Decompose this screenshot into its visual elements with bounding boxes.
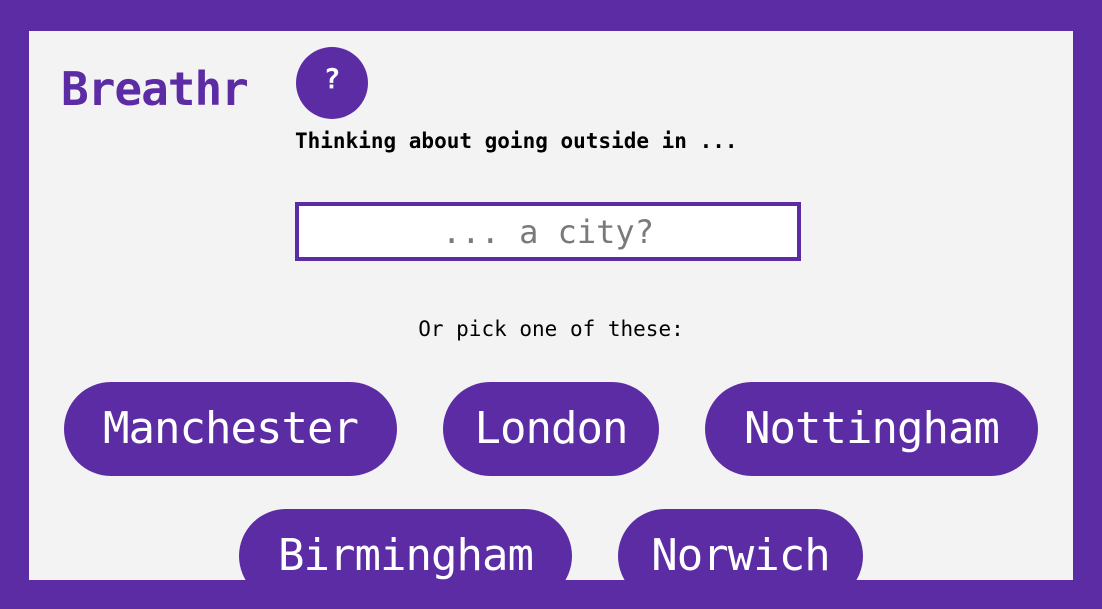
city-button-manchester[interactable]: Manchester — [64, 382, 397, 476]
help-button[interactable]: ? — [296, 47, 368, 119]
app-logo: Breathr — [61, 62, 249, 116]
main-panel: Breathr ? Thinking about going outside i… — [29, 31, 1073, 580]
city-button-norwich[interactable]: Norwich — [618, 509, 863, 580]
suggestions-label: Or pick one of these: — [418, 317, 684, 341]
city-button-nottingham[interactable]: Nottingham — [705, 382, 1038, 476]
search-prompt: Thinking about going outside in ... — [295, 129, 738, 153]
city-search-input[interactable] — [295, 202, 801, 261]
city-button-birmingham[interactable]: Birmingham — [239, 509, 572, 580]
city-button-london[interactable]: London — [443, 382, 659, 476]
